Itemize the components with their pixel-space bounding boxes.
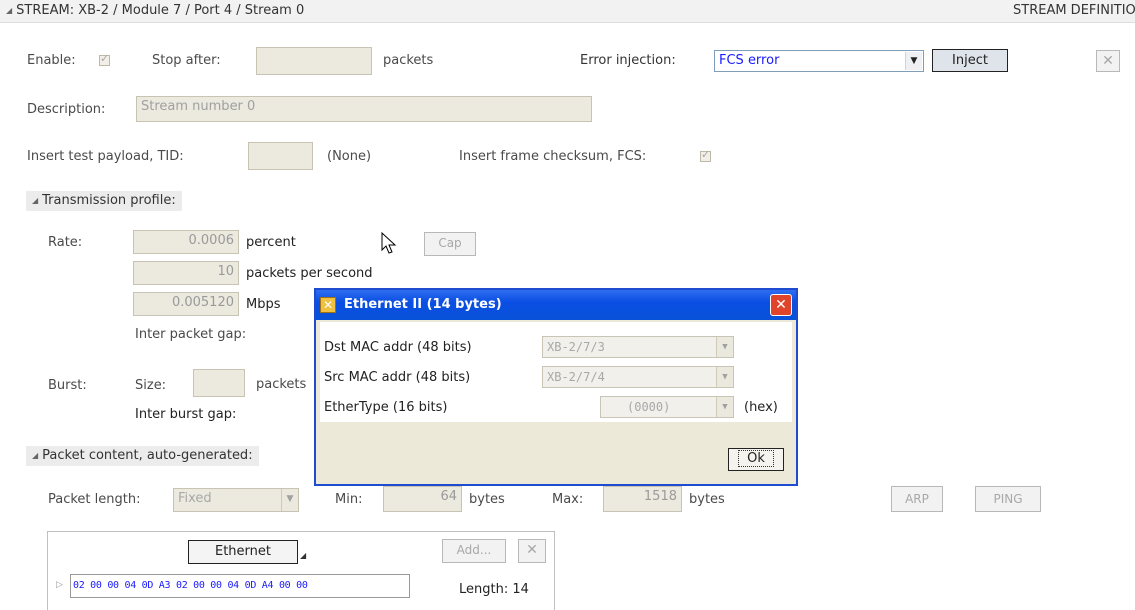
collapse-triangle-icon: ◢ — [32, 196, 39, 205]
close-icon: ✕ — [526, 542, 538, 558]
inter-burst-gap-label: Inter burst gap: — [135, 407, 237, 422]
cap-button[interactable]: Cap — [424, 232, 476, 256]
remove-segment-button[interactable]: ✕ — [518, 539, 546, 563]
dialog-body: Dst MAC addr (48 bits) XB-2/7/3 ▼ Src MA… — [320, 322, 792, 422]
burst-label: Burst: — [48, 378, 87, 393]
packet-length-label: Packet length: — [48, 492, 141, 507]
max-input[interactable]: 1518 — [603, 486, 682, 512]
error-injection-label: Error injection: — [580, 53, 676, 68]
chevron-down-icon[interactable]: ▼ — [905, 52, 922, 70]
burst-size-label: Size: — [135, 378, 167, 393]
close-icon: ✕ — [1102, 53, 1114, 69]
hex-bytes-field[interactable]: 02 00 00 04 0D A3 02 00 00 04 0D A4 00 0… — [70, 574, 410, 598]
packet-content-header[interactable]: ◢ Packet content, auto-generated: — [26, 446, 259, 466]
transmission-profile-header[interactable]: ◢ Transmission profile: — [26, 191, 182, 211]
max-unit: bytes — [689, 492, 725, 507]
tid-input[interactable] — [248, 142, 313, 170]
src-mac-select[interactable]: XB-2/7/4 ▼ — [542, 366, 734, 388]
rate-mbps-unit: Mbps — [246, 297, 281, 312]
rate-pps-unit: packets per second — [246, 266, 373, 281]
src-mac-value: XB-2/7/4 — [547, 370, 605, 384]
stop-after-label: Stop after: — [152, 53, 221, 68]
ethernet-ii-dialog: ✕ Ethernet II (14 bytes) ✕ Dst MAC addr … — [314, 288, 798, 486]
tid-none-label: (None) — [327, 149, 372, 164]
burst-packets-label: packets — [256, 377, 307, 392]
burst-size-input[interactable] — [193, 369, 245, 397]
dialog-close-button[interactable]: ✕ — [770, 294, 792, 316]
dialog-title-bar[interactable]: ✕ Ethernet II (14 bytes) ✕ — [316, 290, 796, 320]
dst-mac-label: Dst MAC addr (48 bits) — [324, 340, 472, 355]
arp-button[interactable]: ARP — [891, 486, 943, 512]
stream-path-title[interactable]: ◢ STREAM: XB-2 / Module 7 / Port 4 / Stre… — [6, 3, 304, 18]
tid-label: Insert test payload, TID: — [27, 149, 184, 164]
src-mac-label: Src MAC addr (48 bits) — [324, 370, 471, 385]
expand-triangle-icon[interactable]: ▷ — [56, 580, 63, 590]
segment-length-label: Length: 14 — [459, 582, 529, 597]
segment-menu-corner-icon[interactable]: ◢ — [300, 551, 306, 560]
rate-label: Rate: — [48, 235, 83, 250]
min-input[interactable]: 64 — [383, 486, 462, 512]
dst-mac-value: XB-2/7/3 — [547, 340, 605, 354]
error-injection-select[interactable]: FCS error ▼ — [714, 50, 924, 72]
stop-after-input[interactable] — [256, 47, 372, 75]
mouse-cursor-icon — [381, 232, 397, 254]
packet-content-title: Packet content, auto-generated: — [42, 448, 253, 463]
ethertype-label: EtherType (16 bits) — [324, 400, 448, 415]
chevron-down-icon[interactable]: ▼ — [716, 397, 733, 417]
chevron-down-icon[interactable]: ▼ — [716, 367, 733, 387]
dialog-app-icon: ✕ — [320, 297, 336, 313]
ethernet-segment-button[interactable]: Ethernet — [188, 540, 298, 564]
rate-mbps-input[interactable]: 0.005120 — [133, 292, 239, 316]
stream-definition-title: STREAM DEFINITION — [1013, 3, 1135, 18]
close-icon: ✕ — [775, 297, 787, 313]
ethertype-value: (0000) — [627, 400, 671, 414]
rate-percent-input[interactable]: 0.0006 — [133, 230, 239, 254]
ethertype-select[interactable]: (0000) ▼ — [600, 396, 734, 418]
ok-button-label: Ok — [738, 450, 774, 467]
enable-label: Enable: — [27, 53, 76, 68]
chevron-down-icon[interactable]: ▼ — [281, 489, 298, 511]
close-button[interactable]: ✕ — [1096, 50, 1120, 72]
collapse-triangle-icon: ◢ — [6, 6, 13, 15]
hex-unit-label: (hex) — [744, 400, 778, 415]
inject-button[interactable]: Inject — [932, 49, 1008, 72]
dst-mac-select[interactable]: XB-2/7/3 ▼ — [542, 336, 734, 358]
rate-percent-unit: percent — [246, 235, 296, 250]
fcs-checkbox[interactable] — [700, 148, 711, 162]
inter-packet-gap-label: Inter packet gap: — [135, 327, 247, 342]
transmission-profile-title: Transmission profile: — [42, 193, 176, 208]
fcs-label: Insert frame checksum, FCS: — [459, 149, 647, 164]
description-input[interactable]: Stream number 0 — [136, 96, 592, 122]
rate-pps-input[interactable]: 10 — [133, 261, 239, 285]
packet-length-value: Fixed — [178, 491, 212, 506]
stream-path-text: STREAM: XB-2 / Module 7 / Port 4 / Strea… — [16, 3, 305, 18]
collapse-triangle-icon: ◢ — [32, 451, 39, 460]
min-unit: bytes — [469, 492, 505, 507]
min-label: Min: — [335, 492, 363, 507]
dialog-title: Ethernet II (14 bytes) — [344, 297, 502, 312]
ok-button[interactable]: Ok — [728, 448, 784, 471]
stop-after-packets-label: packets — [383, 53, 434, 68]
max-label: Max: — [552, 492, 584, 507]
description-label: Description: — [27, 102, 106, 117]
error-injection-value: FCS error — [719, 53, 780, 68]
chevron-down-icon[interactable]: ▼ — [716, 337, 733, 357]
ping-button[interactable]: PING — [975, 486, 1041, 512]
packet-length-select[interactable]: Fixed ▼ — [173, 488, 299, 512]
add-segment-button[interactable]: Add... — [442, 539, 506, 563]
enable-checkbox[interactable] — [99, 52, 110, 66]
